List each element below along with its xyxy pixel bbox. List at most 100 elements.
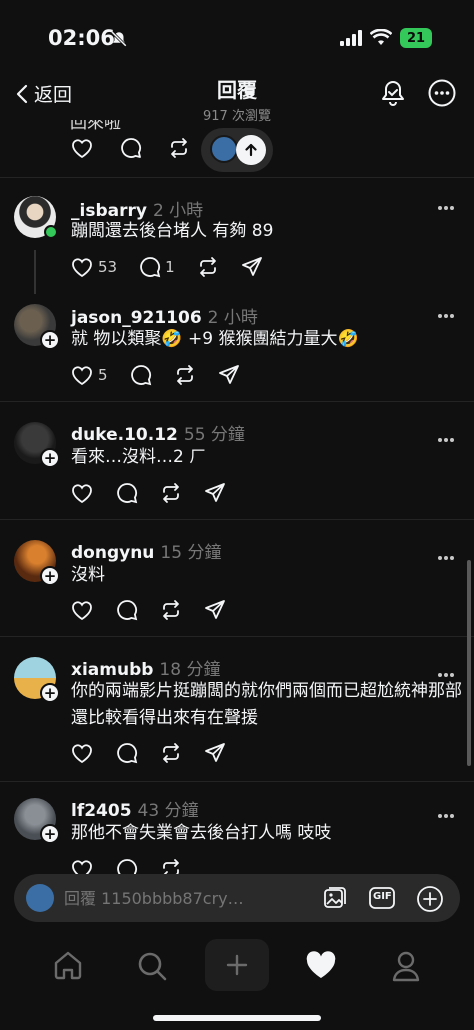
repost-button[interactable] <box>197 256 219 278</box>
repost-button[interactable] <box>160 858 182 874</box>
home-icon <box>54 951 82 980</box>
username[interactable]: duke.10.12 55 分鐘 <box>71 420 245 445</box>
comment-text: 看來…沒料…2 ㄏ <box>71 447 207 467</box>
plus-icon <box>226 954 248 976</box>
avatar[interactable]: + <box>14 422 60 468</box>
follow-plus-icon[interactable]: + <box>40 330 60 350</box>
reply-button[interactable] <box>116 858 138 874</box>
battery-indicator: 21 <box>400 28 432 48</box>
nav-activity[interactable] <box>305 950 337 984</box>
image-picker-button[interactable] <box>322 885 348 915</box>
more-icon[interactable] <box>437 196 455 215</box>
comment-icon <box>130 365 151 386</box>
comment-item: + dongynu 15 分鐘 沒料 <box>0 520 474 637</box>
status-time: 02:06 <box>48 26 115 50</box>
reply-button[interactable] <box>130 364 152 386</box>
follow-plus-icon[interactable]: + <box>40 448 60 468</box>
heart-filled-icon <box>306 951 336 978</box>
reply-input[interactable] <box>64 874 314 922</box>
previous-reply-partial: 回來啦 <box>0 120 474 178</box>
send-icon <box>205 600 225 619</box>
reply-composer[interactable]: GIF <box>14 874 460 922</box>
back-label: 返回 <box>34 84 73 106</box>
comment-icon[interactable] <box>120 137 142 159</box>
follow-plus-icon[interactable]: + <box>40 566 60 586</box>
more-icon[interactable] <box>437 304 455 323</box>
like-button[interactable]: 53 <box>70 256 117 278</box>
like-count: 5 <box>98 366 108 384</box>
heart-icon[interactable] <box>70 137 94 159</box>
like-button[interactable] <box>70 599 94 621</box>
repost-icon <box>163 859 179 874</box>
follow-plus-icon[interactable]: + <box>40 683 60 703</box>
repost-button[interactable] <box>160 599 182 621</box>
heart-icon <box>72 258 92 278</box>
nav-home[interactable] <box>52 950 84 984</box>
repost-icon[interactable] <box>168 137 190 159</box>
back-button[interactable]: 返回 <box>16 80 72 107</box>
username[interactable]: lf2405 43 分鐘 <box>71 796 199 821</box>
avatar[interactable] <box>14 196 58 239</box>
more-circle-icon <box>428 79 456 107</box>
share-button[interactable] <box>204 599 226 621</box>
repost-icon <box>163 600 179 620</box>
arrow-up-icon <box>236 135 266 165</box>
reply-button[interactable] <box>116 482 138 504</box>
share-button[interactable] <box>204 482 226 504</box>
more-options-button[interactable] <box>427 78 457 112</box>
username[interactable]: dongynu 15 分鐘 <box>71 538 221 563</box>
notification-bell-button[interactable] <box>378 78 408 112</box>
like-button[interactable]: 5 <box>70 364 108 386</box>
heart-icon <box>72 366 92 386</box>
search-icon <box>138 952 167 981</box>
scroll-to-top-pill[interactable] <box>201 128 273 172</box>
like-button[interactable] <box>70 482 94 504</box>
username[interactable]: xiamubb 18 分鐘 <box>71 655 220 680</box>
timestamp: 2 小時 <box>207 308 258 328</box>
repost-icon <box>163 483 179 503</box>
repost-button[interactable] <box>160 742 182 764</box>
username[interactable]: jason_921106 2 小時 <box>71 303 258 328</box>
thread-header: 回覆 917 次瀏覽 返回 <box>0 74 474 124</box>
avatar[interactable]: + <box>14 657 60 703</box>
avatar <box>210 135 238 163</box>
share-button[interactable] <box>204 742 226 764</box>
reply-count: 1 <box>165 258 175 276</box>
reply-button[interactable] <box>116 742 138 764</box>
bell-icon <box>382 81 404 106</box>
avatar <box>26 884 54 912</box>
nav-profile[interactable] <box>391 950 421 986</box>
gif-button[interactable]: GIF <box>368 885 396 915</box>
reply-button[interactable] <box>116 599 138 621</box>
add-button[interactable] <box>416 885 444 917</box>
scrollbar[interactable] <box>467 560 471 766</box>
reply-button[interactable]: 1 <box>139 256 175 278</box>
like-button[interactable] <box>70 742 94 764</box>
nav-search[interactable] <box>136 950 168 986</box>
reply-text: 回來啦 <box>70 120 121 133</box>
action-row <box>70 599 248 621</box>
comment-text: 蹦闆還去後台堵人 有夠 89 <box>71 221 274 241</box>
comment-text: 那他不會失業會去後台打人嗎 吱吱 <box>71 823 332 843</box>
avatar[interactable]: + <box>14 304 60 350</box>
repost-button[interactable] <box>174 364 196 386</box>
timestamp: 15 分鐘 <box>160 543 222 563</box>
share-button[interactable] <box>241 256 263 278</box>
comment-item: + xiamubb 18 分鐘 你的兩端影片挺蹦闆的就你們兩個而已超尬統神那部還比… <box>0 637 474 782</box>
repost-icon <box>176 365 193 385</box>
avatar[interactable]: + <box>14 798 60 844</box>
follow-plus-icon[interactable]: + <box>40 824 60 844</box>
wifi-icon <box>369 28 393 51</box>
nav-create[interactable] <box>205 939 269 991</box>
comment-icon <box>140 257 161 278</box>
chevron-left-icon <box>16 84 28 103</box>
heart-icon <box>72 744 92 764</box>
gif-label: GIF <box>373 891 392 902</box>
avatar[interactable]: + <box>14 540 60 586</box>
repost-button[interactable] <box>160 482 182 504</box>
profile-icon <box>392 951 420 982</box>
like-button[interactable] <box>70 858 94 874</box>
action-row: 5 <box>70 364 262 386</box>
image-icon <box>324 887 346 908</box>
share-button[interactable] <box>218 364 240 386</box>
